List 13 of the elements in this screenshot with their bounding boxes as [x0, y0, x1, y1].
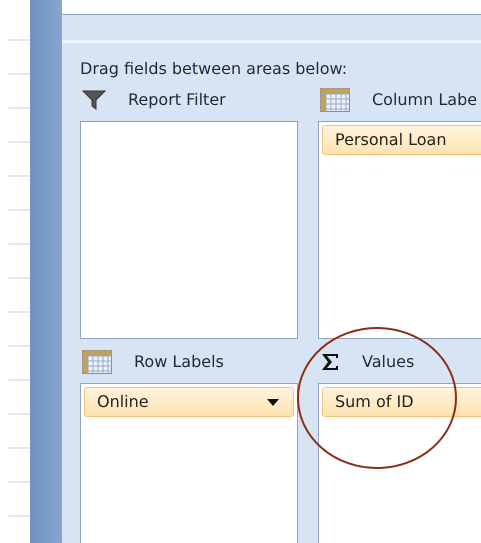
- instruction-text: Drag fields between areas below:: [80, 58, 348, 80]
- area-title: Row Labels: [134, 351, 224, 373]
- table-grid-icon: [82, 350, 112, 374]
- sigma-icon: [320, 352, 340, 372]
- field-item[interactable]: Online: [84, 387, 294, 417]
- field-item[interactable]: Personal Loan: [322, 125, 481, 155]
- funnel-icon: [82, 90, 106, 110]
- area-title: Column Labe: [372, 89, 478, 111]
- table-grid-icon: [320, 88, 350, 112]
- dropdown-caret-icon[interactable]: [267, 398, 279, 406]
- field-item[interactable]: Sum of ID: [322, 387, 481, 417]
- area-title: Values: [362, 351, 414, 373]
- area-title: Report Filter: [128, 89, 226, 111]
